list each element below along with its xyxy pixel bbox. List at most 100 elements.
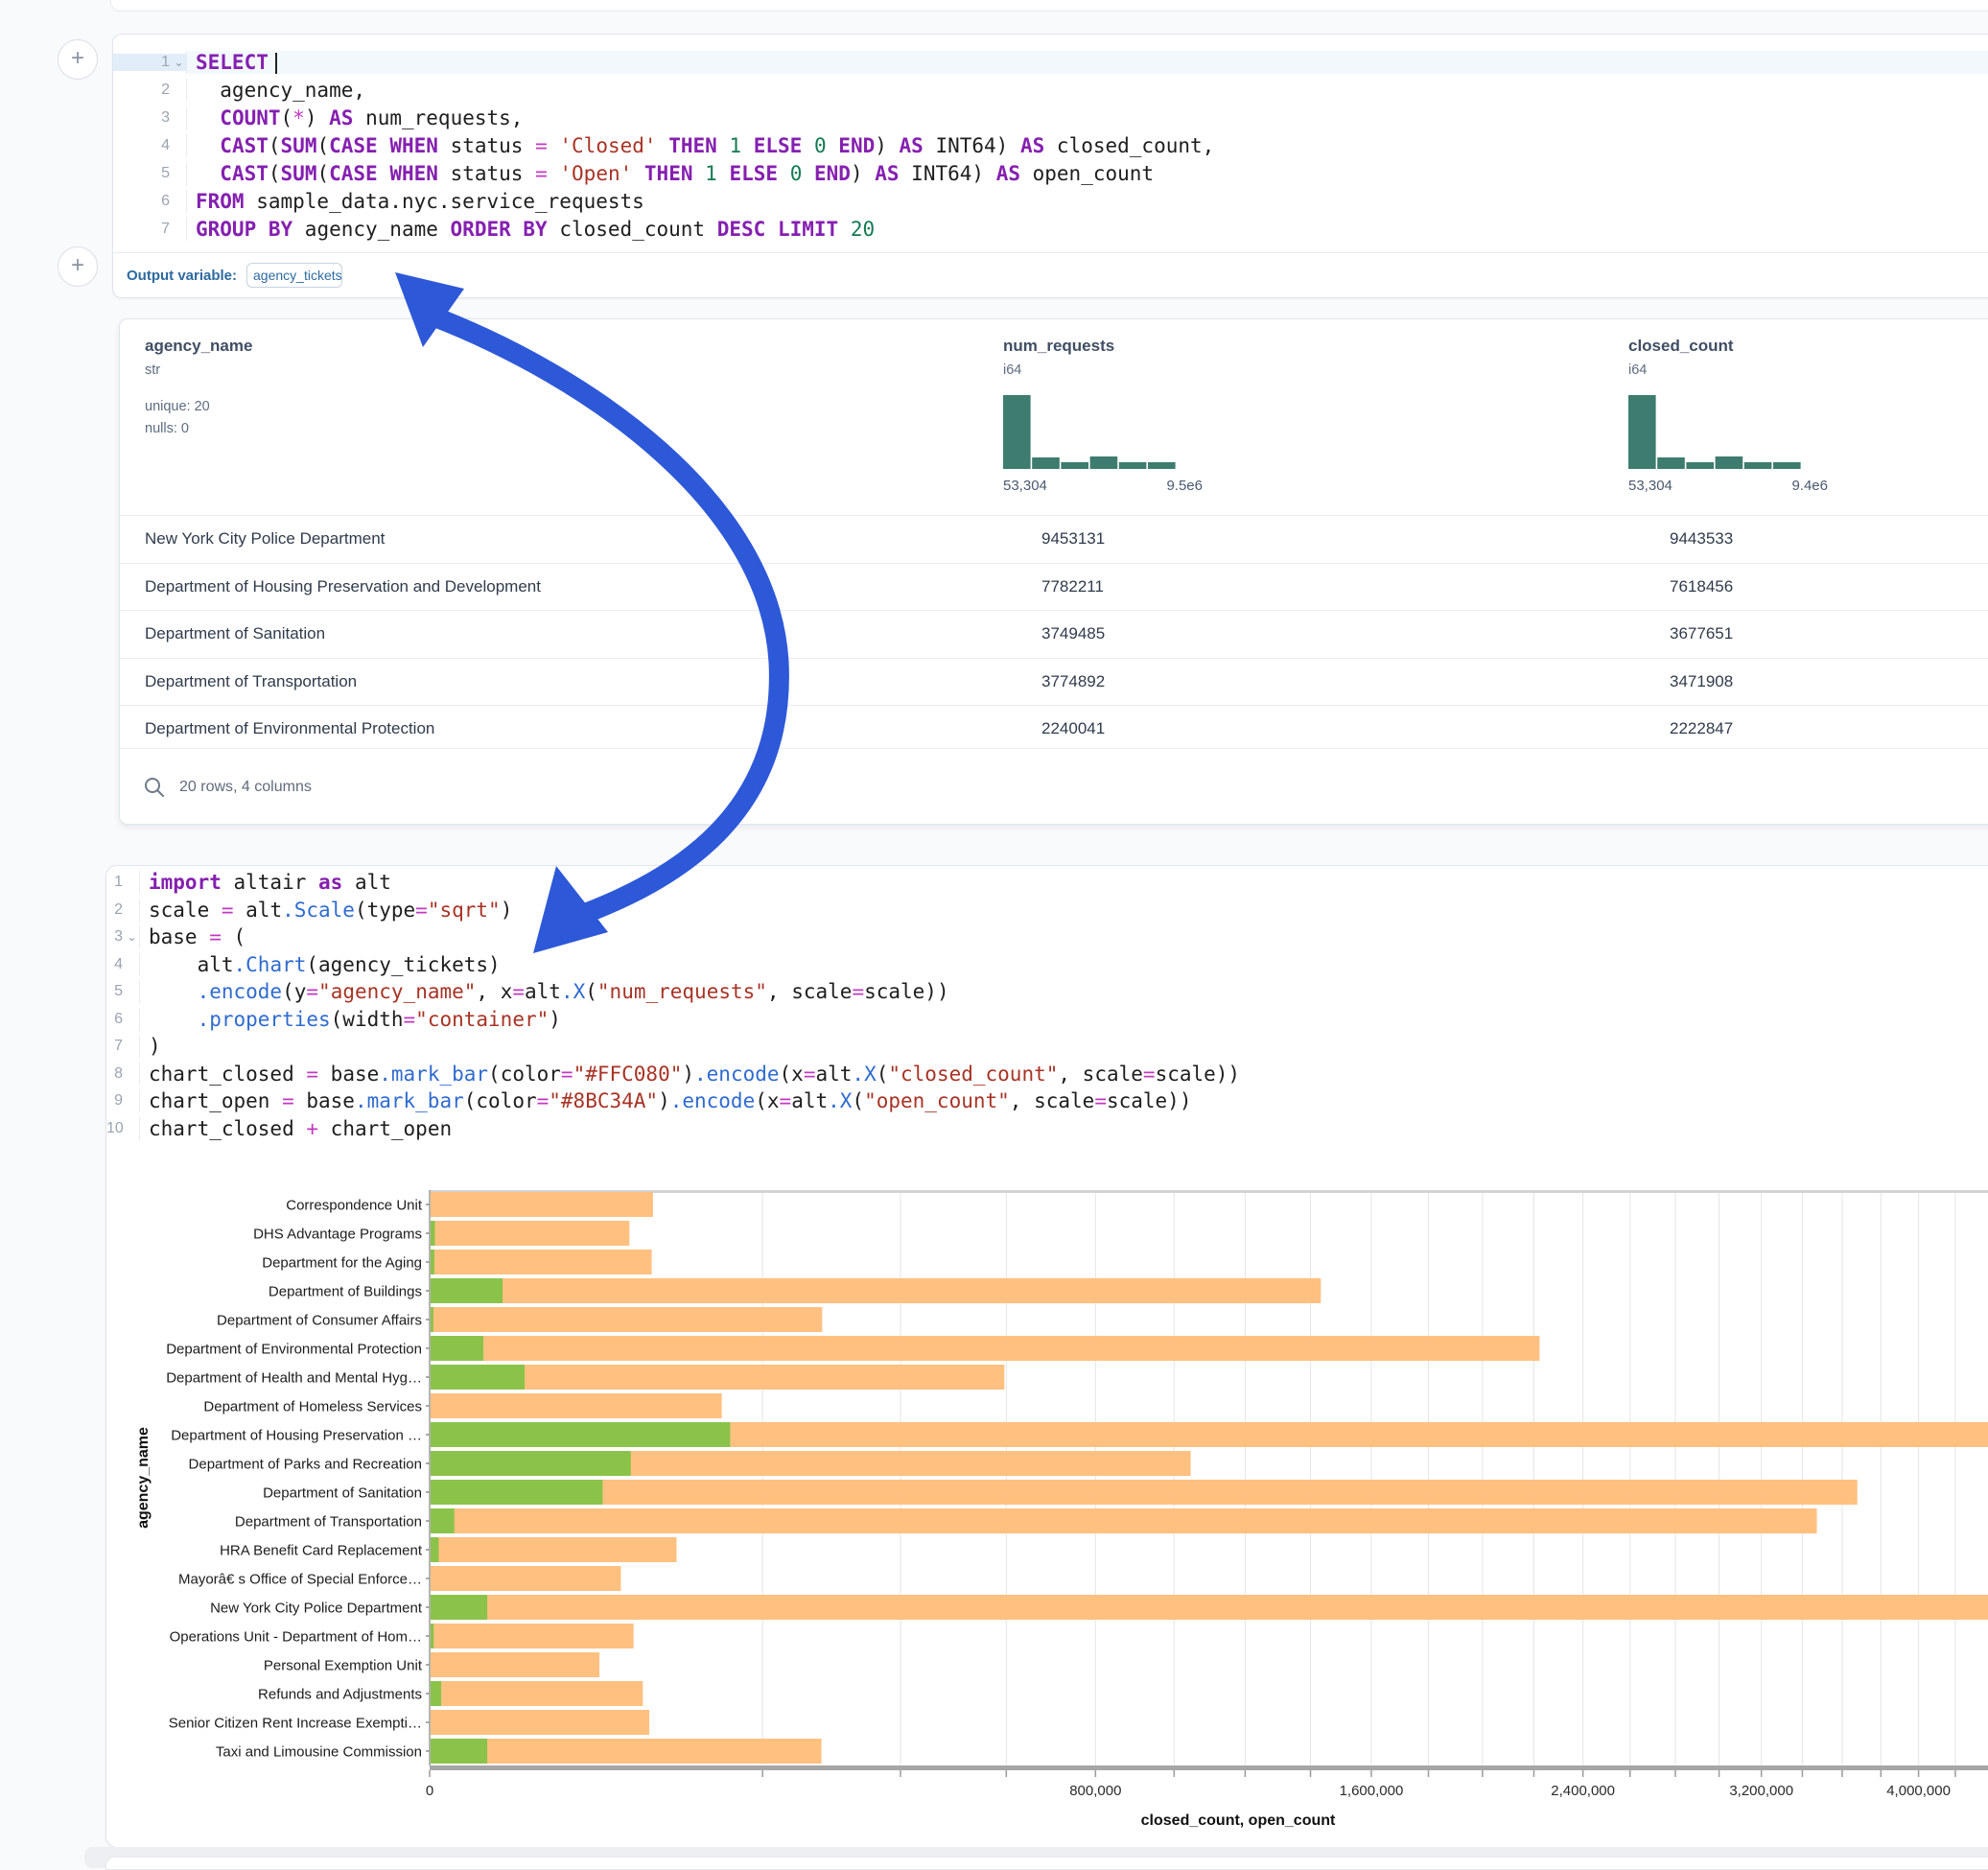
code-line[interactable]: 9⌄chart_open = base.mark_bar(color="#8BC… <box>106 1087 1988 1115</box>
bar-closed <box>431 1710 649 1735</box>
column-name: num_requests <box>1003 337 1203 356</box>
code-line[interactable]: 2⌄scale = alt.Scale(type="sqrt") <box>106 897 1988 924</box>
category-label: Mayorâ€ s Office of Special Enforce… <box>178 1572 422 1588</box>
x-tick-label: 800,000 <box>1069 1783 1121 1799</box>
category-label: Department of Consumer Affairs <box>217 1313 422 1329</box>
code-text: agency_name, <box>186 79 1988 102</box>
column-header-agency_name[interactable]: agency_namestr unique: 20nulls: 0 <box>145 337 252 440</box>
bar-closed <box>431 1652 599 1677</box>
add-cell-button-top[interactable]: + <box>58 39 98 80</box>
code-text: GROUP BY agency_name ORDER BY closed_cou… <box>186 218 1988 241</box>
fold-caret-icon[interactable]: ⌄ <box>172 56 186 69</box>
table-row[interactable]: New York City Police Department945313194… <box>120 515 1988 563</box>
column-type: i64 <box>1003 362 1203 378</box>
bar-open <box>431 1624 433 1648</box>
category-label: Department of Parks and Recreation <box>189 1457 422 1473</box>
output-variable-input[interactable]: agency_tickets <box>246 263 342 288</box>
text-caret <box>275 53 277 74</box>
code-line[interactable]: 6⌄FROM sample_data.nyc.service_requests <box>113 187 1988 215</box>
line-number-gutter: 6⌄ <box>106 1011 139 1028</box>
column-type: i64 <box>1628 362 1828 378</box>
table-cell: 2240041 <box>1041 719 1105 738</box>
bar-closed <box>431 1480 1858 1505</box>
code-text: chart_open = base.mark_bar(color="#8BC34… <box>139 1089 1988 1112</box>
sql-cell: 1⌄SELECT2⌄ agency_name,3⌄ COUNT(*) AS nu… <box>112 34 1988 298</box>
column-header-closed_count[interactable]: closed_counti6453,3049.4e6 <box>1628 337 1828 494</box>
row-count-status: 20 rows, 4 columns <box>179 779 312 796</box>
bar-closed <box>431 1192 653 1217</box>
code-line[interactable]: 7⌄GROUP BY agency_name ORDER BY closed_c… <box>113 215 1988 243</box>
code-text: FROM sample_data.nyc.service_requests <box>186 190 1988 213</box>
x-tick-label: 2,400,000 <box>1551 1783 1615 1799</box>
plus-icon: + <box>71 45 84 71</box>
code-text: chart_closed = base.mark_bar(color="#FFC… <box>139 1063 1988 1086</box>
category-label: Taxi and Limousine Commission <box>216 1744 422 1761</box>
code-line[interactable]: 4⌄ alt.Chart(agency_tickets) <box>106 951 1988 979</box>
code-text: ) <box>139 1035 1988 1058</box>
line-number-gutter: 8⌄ <box>106 1065 139 1083</box>
bar-closed <box>431 1739 822 1764</box>
table-cell: 2222847 <box>1670 719 1733 738</box>
add-cell-button-output[interactable]: + <box>58 246 98 287</box>
code-line[interactable]: 5⌄ .encode(y="agency_name", x=alt.X("num… <box>106 978 1988 1006</box>
code-line[interactable]: 2⌄ agency_name, <box>113 76 1988 104</box>
line-number-gutter: 7⌄ <box>113 221 186 238</box>
code-line[interactable]: 1⌄SELECT <box>113 48 1988 76</box>
python-code-editor[interactable]: 1⌄import altair as alt2⌄scale = alt.Scal… <box>106 869 1988 1142</box>
code-line[interactable]: 3⌄base = ( <box>106 923 1988 951</box>
table-cell: Department of Environmental Protection <box>145 719 434 738</box>
code-line[interactable]: 10⌄chart_closed + chart_open <box>106 1115 1988 1143</box>
code-text: base = ( <box>139 925 1988 948</box>
bar-closed <box>431 1566 620 1591</box>
column-name: closed_count <box>1628 337 1828 356</box>
category-label: Department of Health and Mental Hyg… <box>166 1370 422 1387</box>
category-label: HRA Benefit Card Replacement <box>220 1543 423 1559</box>
code-text: .encode(y="agency_name", x=alt.X("num_re… <box>139 980 1988 1003</box>
code-line[interactable]: 1⌄import altair as alt <box>106 869 1988 897</box>
output-variable-label: Output variable: <box>127 268 237 284</box>
table-cell: 3677651 <box>1670 624 1733 643</box>
plus-icon: + <box>71 252 84 278</box>
code-line[interactable]: 4⌄ CAST(SUM(CASE WHEN status = 'Closed' … <box>113 131 1988 159</box>
bar-closed <box>431 1307 822 1332</box>
search-icon[interactable] <box>143 776 166 799</box>
table-row[interactable]: Department of Environmental Protection 22… <box>120 705 1988 753</box>
python-cell: 1⌄import altair as alt2⌄scale = alt.Scal… <box>105 865 1988 1848</box>
table-row[interactable]: Department of Housing Preservation and D… <box>120 563 1988 611</box>
code-line[interactable]: 6⌄ .properties(width="container") <box>106 1006 1988 1034</box>
table-cell: Department of Sanitation <box>145 624 325 643</box>
line-number-gutter: 10⌄ <box>106 1120 139 1137</box>
code-line[interactable]: 8⌄chart_closed = base.mark_bar(color="#F… <box>106 1061 1988 1088</box>
table-cell: 3774892 <box>1041 672 1105 691</box>
table-row[interactable]: Department of Transportation377489234719… <box>120 658 1988 706</box>
x-tick-label: 0 <box>426 1783 433 1799</box>
column-type: str <box>145 362 252 378</box>
bar-closed <box>431 1250 652 1274</box>
bar-closed <box>431 1393 722 1418</box>
column-stats: unique: 20nulls: 0 <box>145 396 252 440</box>
bar-open <box>431 1451 631 1476</box>
sql-code-editor[interactable]: 1⌄SELECT2⌄ agency_name,3⌄ COUNT(*) AS nu… <box>113 48 1988 243</box>
code-line[interactable]: 7⌄) <box>106 1033 1988 1061</box>
table-cell: 7782211 <box>1041 577 1104 596</box>
code-line[interactable]: 5⌄ CAST(SUM(CASE WHEN status = 'Open' TH… <box>113 159 1988 187</box>
table-row[interactable]: Department of Sanitation37494853677651 <box>120 610 1988 658</box>
category-label: Correspondence Unit <box>286 1198 423 1214</box>
table-cell: 9453131 <box>1041 529 1105 549</box>
column-header-num_requests[interactable]: num_requestsi6453,3049.5e6 <box>1003 337 1203 494</box>
bar-open <box>431 1336 483 1361</box>
bar-open <box>431 1480 602 1505</box>
column-name: agency_name <box>145 337 252 356</box>
line-number-gutter: 3⌄ <box>113 109 186 127</box>
table-cell: 9443533 <box>1670 529 1733 549</box>
code-line[interactable]: 3⌄ COUNT(*) AS num_requests, <box>113 104 1988 131</box>
line-number-gutter: 9⌄ <box>106 1092 139 1110</box>
line-number-gutter: 1⌄ <box>106 874 139 891</box>
bar-open <box>431 1739 487 1764</box>
category-label: Operations Unit - Department of Hom… <box>170 1629 422 1646</box>
code-text: scale = alt.Scale(type="sqrt") <box>139 899 1988 922</box>
code-text: CAST(SUM(CASE WHEN status = 'Closed' THE… <box>186 134 1988 157</box>
x-tick-label: 4,000,000 <box>1886 1783 1951 1799</box>
bar-open <box>431 1422 730 1447</box>
fold-caret-icon[interactable]: ⌄ <box>125 930 139 944</box>
